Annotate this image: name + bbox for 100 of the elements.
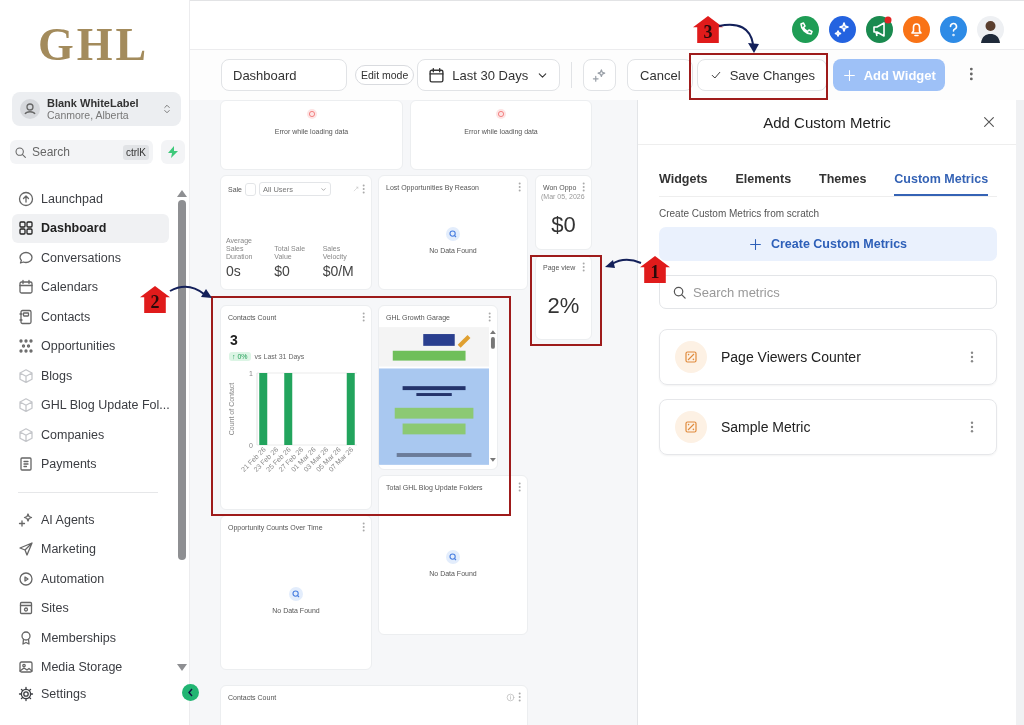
megaphone-icon[interactable]	[866, 15, 893, 43]
panel-title: Add Custom Metric	[763, 113, 891, 131]
bar	[284, 373, 293, 445]
chat-bubble-icon	[18, 249, 34, 266]
image-icon	[18, 659, 34, 676]
metric-name: Sample Metric	[721, 419, 812, 435]
create-metric-button[interactable]: Create Custom Metrics	[659, 227, 997, 261]
info-icon	[505, 692, 515, 702]
dots-icon	[18, 338, 34, 355]
nav-item[interactable]: Sites	[12, 593, 73, 623]
error-icon	[496, 109, 506, 119]
sparkle-icon	[18, 511, 34, 528]
more-icon[interactable]	[361, 522, 365, 532]
collapse-button[interactable]	[182, 684, 199, 701]
curved-arrow	[168, 283, 214, 301]
nav-item[interactable]: Blogs	[12, 361, 77, 391]
curved-arrow	[603, 257, 643, 271]
chevron-up-down-icon	[161, 103, 173, 115]
more-icon[interactable]	[970, 421, 974, 433]
cube-icon	[18, 367, 34, 384]
more-icon[interactable]	[969, 66, 974, 81]
nav-item[interactable]: Media Storage	[12, 652, 127, 682]
more-icon[interactable]	[581, 182, 585, 192]
contact-card-icon	[18, 308, 34, 325]
search-icon	[14, 145, 27, 159]
metric-name: Page Viewers Counter	[721, 349, 862, 365]
avatar-icon[interactable]	[977, 15, 1004, 43]
sparkle-icon	[592, 67, 608, 83]
chevron-down-icon	[320, 185, 327, 193]
more-icon[interactable]	[970, 351, 974, 363]
cube-icon	[18, 426, 34, 443]
nav-item[interactable]: Opportunities	[12, 331, 120, 361]
calendar-icon	[428, 66, 446, 84]
settings-icon	[18, 686, 34, 702]
nav-item[interactable]: GHL Blog Update Fol...	[12, 390, 174, 420]
save-button[interactable]: Save Changes	[697, 59, 828, 91]
mode-badge: Edit mode	[355, 65, 415, 85]
tab[interactable]: Elements	[735, 161, 792, 196]
paper-plane-icon	[18, 541, 34, 558]
more-icon[interactable]	[487, 312, 491, 322]
nav-item[interactable]: Calendars	[12, 272, 102, 302]
metric-card[interactable]: Page Viewers Counter	[659, 329, 997, 385]
nav-item[interactable]: Memberships	[12, 623, 121, 653]
cancel-button[interactable]: Cancel	[627, 59, 694, 91]
no-data-icon	[289, 587, 303, 601]
no-data-icon	[446, 227, 460, 241]
toggle-box[interactable]	[245, 182, 256, 196]
nav-item[interactable]: AI Agents	[12, 505, 99, 535]
stat-value: $0	[274, 263, 291, 279]
more-icon[interactable]	[517, 182, 521, 192]
metric-card[interactable]: Sample Metric	[659, 399, 997, 455]
bell-icon[interactable]	[903, 15, 930, 43]
logo: GHL	[38, 17, 150, 71]
scroll-up-arrow-icon[interactable]	[177, 190, 187, 197]
expand-icon	[352, 186, 359, 192]
plus-icon	[748, 237, 762, 251]
user-icon	[20, 99, 40, 119]
nav-item[interactable]: Companies	[12, 420, 109, 450]
dashboard-name-field[interactable]: Dashboard	[221, 59, 347, 91]
play-circle-icon	[18, 570, 34, 587]
metric-value: $0	[550, 211, 577, 238]
account-switcher[interactable]: Blank WhiteLabel Canmore, Alberta	[12, 92, 181, 126]
bar	[259, 373, 268, 445]
scrollbar-thumb[interactable]	[178, 200, 186, 560]
metric-value: 2%	[546, 292, 581, 319]
award-icon	[18, 629, 34, 646]
more-icon[interactable]	[361, 184, 365, 194]
percent-icon	[675, 411, 707, 443]
search-field[interactable]: Search ctrlK	[10, 140, 153, 164]
nav-item[interactable]: Automation	[12, 564, 109, 594]
tab[interactable]: Themes	[819, 161, 867, 196]
help-icon[interactable]	[940, 15, 967, 43]
tab[interactable]: Widgets	[659, 161, 708, 196]
bar	[346, 373, 355, 445]
scroll-down-arrow-icon[interactable]	[177, 664, 187, 671]
tab[interactable]: Custom Metrics	[894, 161, 989, 196]
cube-icon	[18, 397, 34, 414]
date-range-dropdown[interactable]: Last 30 Days	[417, 59, 561, 91]
checkmark-icon	[709, 69, 722, 81]
ai-button[interactable]	[583, 59, 617, 91]
close-icon[interactable]	[982, 115, 996, 129]
nav-item[interactable]: Dashboard	[12, 213, 169, 243]
sparkle-icon[interactable]	[829, 15, 856, 43]
quick-action-button[interactable]	[161, 140, 185, 164]
more-icon[interactable]	[517, 482, 521, 492]
description-text: Create Custom Metrics from scratch	[659, 208, 821, 219]
browser-window-icon	[18, 600, 34, 617]
nav-item[interactable]: Marketing	[12, 534, 100, 564]
stat-value: 0s	[226, 263, 242, 279]
nav-item[interactable]: Contacts	[12, 302, 95, 332]
more-icon[interactable]	[361, 312, 365, 322]
metric-value: 3	[229, 331, 239, 348]
more-icon[interactable]	[517, 692, 521, 702]
nav-item[interactable]: Settings	[18, 682, 87, 706]
nav-item[interactable]: Payments	[12, 449, 101, 479]
nav-item[interactable]: Conversations	[12, 243, 125, 273]
phone-icon[interactable]	[792, 15, 819, 43]
no-data-icon	[446, 549, 460, 564]
nav-item[interactable]: Launchpad	[12, 184, 107, 214]
more-icon[interactable]	[581, 262, 585, 272]
